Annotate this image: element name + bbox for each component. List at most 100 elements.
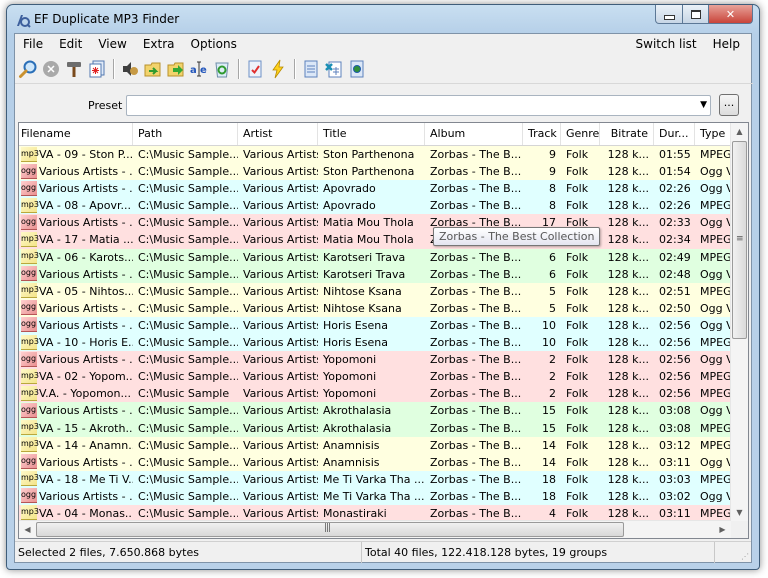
menu-switch-list[interactable]: Switch list bbox=[628, 34, 705, 54]
cell-text: VA - 09 - Ston P... bbox=[39, 148, 133, 161]
rename-button[interactable]: a e bbox=[188, 58, 210, 80]
menu-options[interactable]: Options bbox=[183, 34, 245, 54]
cell-text: MPEG bbox=[700, 387, 732, 401]
table-row[interactable]: ogg Various Artists - ... C:\Music Sample.… bbox=[19, 214, 733, 232]
horizontal-scroll-thumb[interactable]: ||| bbox=[36, 522, 624, 537]
cell-text: Various Artists bbox=[243, 370, 318, 384]
table-row[interactable]: ogg Various Artists - ... C:\Music Sample.… bbox=[19, 180, 733, 198]
vertical-scrollbar[interactable]: ▲ ≡ ▼ bbox=[730, 123, 748, 521]
menu-help[interactable]: Help bbox=[705, 34, 748, 54]
table-row[interactable]: ogg Various Artists - ... C:\Music Sample.… bbox=[19, 487, 733, 505]
table-row[interactable]: ogg Various Artists - ... C:\Music Sample.… bbox=[19, 453, 733, 471]
table-body: mp3 VA - 09 - Ston P... C:\Music Sample...… bbox=[19, 146, 733, 523]
column-header-path[interactable]: Path bbox=[133, 123, 238, 145]
maximize-button[interactable] bbox=[683, 5, 709, 24]
cell-artist: Various Artists bbox=[238, 283, 318, 300]
horizontal-scrollbar[interactable]: ◀ ||| ▶ bbox=[19, 520, 731, 538]
table-row[interactable]: mp3VA - 05 - Nihtos... C:\Music Sample...… bbox=[19, 282, 733, 300]
preset-row: Preset ▼ ... bbox=[15, 90, 751, 120]
cell-text: Folk bbox=[566, 455, 589, 469]
table-row[interactable]: mp3VA - 10 - Horis E... C:\Music Sample..… bbox=[19, 334, 733, 352]
column-header-duration[interactable]: Dur... bbox=[654, 123, 695, 145]
check-button[interactable] bbox=[244, 58, 266, 80]
scroll-right-arrow-icon[interactable]: ▶ bbox=[714, 521, 731, 538]
table-row[interactable]: mp3VA - 17 - Matia ... C:\Music Sample...… bbox=[19, 231, 733, 249]
title-bar[interactable]: EF Duplicate MP3 Finder ✕ bbox=[7, 5, 759, 33]
cell-text: 03:03 bbox=[659, 472, 691, 486]
cell-type: Ogg V bbox=[695, 402, 733, 419]
mp3-file-icon: mp3 bbox=[21, 368, 39, 384]
column-header-album[interactable]: Album bbox=[425, 123, 523, 145]
copy-to-folder-button[interactable] bbox=[165, 58, 187, 80]
scroll-down-arrow-icon[interactable]: ▼ bbox=[731, 504, 748, 521]
csv-report-button[interactable] bbox=[323, 58, 345, 80]
table-row[interactable]: mp3VA - 09 - Ston P... C:\Music Sample...… bbox=[19, 146, 733, 164]
minimize-button[interactable] bbox=[655, 5, 683, 24]
column-header-genre[interactable]: Genre bbox=[561, 123, 600, 145]
table-row[interactable]: mp3VA - 14 - Anamn... C:\Music Sample... V… bbox=[19, 436, 733, 454]
move-to-folder-button[interactable] bbox=[142, 58, 164, 80]
search-button[interactable] bbox=[17, 58, 39, 80]
cell-type: MPEG bbox=[695, 471, 733, 488]
column-header-track[interactable]: Track bbox=[523, 123, 561, 145]
column-header-title[interactable]: Title bbox=[318, 123, 425, 145]
cell-type: MPEG bbox=[695, 231, 733, 248]
lightning-icon bbox=[272, 59, 284, 79]
cell-album: Zorbas - The B... bbox=[425, 163, 523, 180]
column-header-type[interactable]: Type bbox=[695, 123, 733, 145]
auto-select-button[interactable] bbox=[267, 58, 289, 80]
cell-text: MPEG bbox=[700, 250, 732, 264]
cell-text: 10 bbox=[542, 336, 556, 350]
preset-more-button[interactable]: ... bbox=[719, 94, 739, 116]
table-row[interactable]: mp3VA - 08 - Apovr... C:\Music Sample... V… bbox=[19, 197, 733, 215]
menu-extra[interactable]: Extra bbox=[135, 34, 183, 54]
cell-filename: ogg Various Artists - ... bbox=[19, 351, 133, 368]
menu-edit[interactable]: Edit bbox=[51, 34, 90, 54]
hammer-icon bbox=[67, 62, 81, 77]
preset-dropdown[interactable]: ▼ bbox=[126, 95, 711, 116]
table-row[interactable]: ogg Various Artists - ... C:\Music Sample.… bbox=[19, 351, 733, 369]
table-row[interactable]: ogg Various Artists - ... C:\Music Sample.… bbox=[19, 402, 733, 420]
cell-track: 18 bbox=[523, 471, 561, 488]
table-row[interactable]: ogg Various Artists - ... C:\Music Sample.… bbox=[19, 299, 733, 317]
vertical-scroll-thumb[interactable]: ≡ bbox=[732, 141, 747, 339]
cell-text: 128 k... bbox=[607, 336, 649, 350]
cell-text: 128 k... bbox=[607, 370, 649, 384]
table-row[interactable]: mp3VA - 02 - Yopom... C:\Music Sample... V… bbox=[19, 368, 733, 386]
table-row[interactable]: ogg Various Artists - ... C:\Music Sample.… bbox=[19, 265, 733, 283]
cell-type: Ogg V bbox=[695, 266, 733, 283]
resize-grip-icon[interactable]: ⋰ bbox=[741, 552, 749, 561]
table-row[interactable]: mp3VA - 15 - Akroth... C:\Music Sample...… bbox=[19, 419, 733, 437]
play-audio-button[interactable] bbox=[119, 58, 141, 80]
scroll-left-arrow-icon[interactable]: ◀ bbox=[19, 521, 36, 538]
menu-file[interactable]: File bbox=[15, 34, 51, 54]
cell-text: Various Artists bbox=[243, 284, 318, 298]
table-row[interactable]: ogg Various Artists - ... C:\Music Sample.… bbox=[19, 163, 733, 181]
column-header-filename[interactable]: Filename bbox=[19, 123, 133, 145]
scroll-up-arrow-icon[interactable]: ▲ bbox=[731, 123, 748, 140]
tools-button[interactable] bbox=[63, 58, 85, 80]
table-row[interactable]: mp3V.A. - Yopomon... C:\Music Sample Vario… bbox=[19, 385, 733, 403]
cell-text: VA - 18 - Me Ti V... bbox=[39, 472, 133, 486]
cell-bitrate: 128 k... bbox=[600, 437, 654, 454]
cell-text: Karotseri Trava bbox=[323, 250, 406, 264]
stop-button[interactable] bbox=[40, 58, 62, 80]
copy-folder-icon bbox=[167, 62, 184, 77]
close-button[interactable]: ✕ bbox=[709, 5, 753, 24]
table-row[interactable]: mp3VA - 06 - Karots... C:\Music Sample...… bbox=[19, 248, 733, 266]
text-report-button[interactable] bbox=[300, 58, 322, 80]
table-row[interactable]: ogg Various Artists - ... C:\Music Sample.… bbox=[19, 316, 733, 335]
html-report-button[interactable] bbox=[346, 58, 368, 80]
cell-track: 6 bbox=[523, 266, 561, 283]
cell-text: Various Artists bbox=[243, 318, 318, 332]
toolbar: a e bbox=[15, 55, 753, 84]
cell-text: Karotseri Trava bbox=[323, 267, 406, 281]
table-row[interactable]: mp3VA - 18 - Me Ti V... C:\Music Sample..… bbox=[19, 470, 733, 488]
column-header-artist[interactable]: Artist bbox=[238, 123, 318, 145]
column-header-bitrate[interactable]: Bitrate bbox=[600, 123, 654, 145]
cell-text: C:\Music Sample... bbox=[138, 489, 238, 503]
chevron-down-icon[interactable]: ▼ bbox=[700, 100, 707, 110]
compare-button[interactable] bbox=[86, 58, 108, 80]
recycle-button[interactable] bbox=[211, 58, 233, 80]
menu-view[interactable]: View bbox=[90, 34, 134, 54]
